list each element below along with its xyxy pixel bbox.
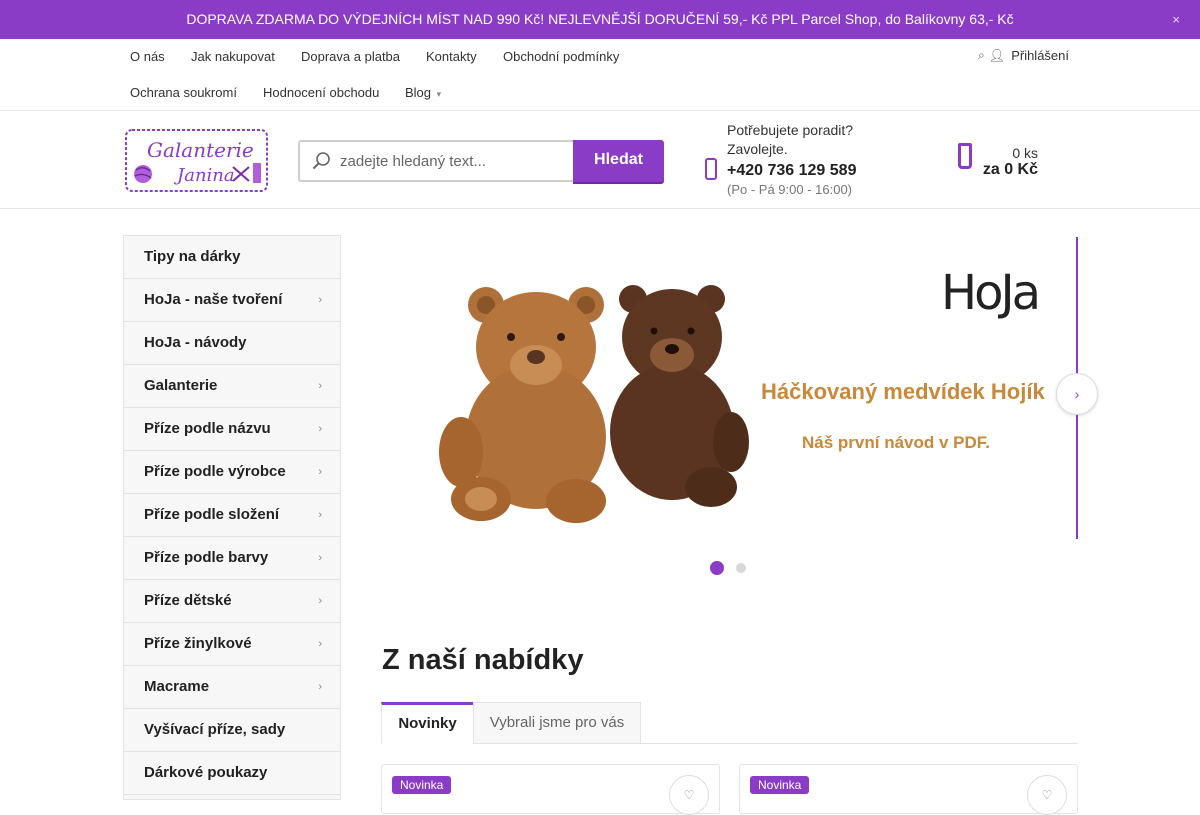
logo[interactable]: Galanterie Janina bbox=[125, 129, 268, 192]
search-icon bbox=[312, 152, 330, 170]
new-badge: Novinka bbox=[750, 776, 810, 794]
contact-phone[interactable]: +420 736 129 589 bbox=[727, 162, 856, 180]
wishlist-button[interactable]: ♡ bbox=[669, 775, 709, 815]
chevron-right-icon: › bbox=[318, 638, 322, 650]
sidebar-item[interactable]: Příze podle barvy › bbox=[124, 537, 340, 580]
product-card[interactable]: Novinka ♡ bbox=[381, 764, 720, 815]
nav-link-o-nas[interactable]: O nás bbox=[130, 49, 165, 64]
nav-link-blog-label: Blog bbox=[405, 85, 432, 100]
cart-total: za 0 Kč bbox=[982, 161, 1038, 178]
sidebar-item[interactable]: Macrame › bbox=[124, 666, 340, 709]
wishlist-button[interactable]: ♡ bbox=[1027, 775, 1067, 815]
sidebar-item[interactable]: Galanterie › bbox=[124, 365, 340, 408]
contact-help-text: Potřebujete poradit? bbox=[727, 122, 854, 138]
carousel-next-button[interactable]: › bbox=[1056, 373, 1098, 415]
login-link[interactable]: 👤︎ Přihlášení bbox=[989, 48, 1069, 64]
contact-hours: (Po - Pá 9:00 - 16:00) bbox=[727, 182, 853, 197]
cart-icon bbox=[958, 143, 972, 169]
nav-link-kontakty[interactable]: Kontakty bbox=[426, 49, 477, 64]
hero-banner[interactable]: HoJa Háčkovaný medvídek Hojík Náš první … bbox=[381, 237, 1078, 539]
section-title: Z naší nabídky bbox=[382, 644, 584, 676]
chevron-down-icon: ▾ bbox=[436, 89, 442, 99]
sidebar-item[interactable]: Tipy na dárky bbox=[124, 236, 340, 279]
search-button[interactable]: Hledat bbox=[573, 140, 664, 182]
cart-count: 0 ks bbox=[1012, 145, 1038, 161]
sidebar-item[interactable]: Příze podle výrobce › bbox=[124, 451, 340, 494]
sidebar-item-label: Galanterie bbox=[144, 377, 218, 394]
search-icon[interactable]: ⌕ bbox=[978, 48, 985, 63]
chevron-right-icon: › bbox=[318, 423, 322, 435]
nav-link-obchodni-podminky[interactable]: Obchodní podmínky bbox=[503, 49, 619, 64]
chevron-right-icon: › bbox=[318, 294, 322, 306]
login-label: Přihlášení bbox=[1011, 48, 1069, 63]
nav-link-blog[interactable]: Blog ▾ bbox=[405, 85, 441, 100]
sidebar-item-label: Macrame bbox=[144, 678, 210, 695]
svg-text:Janina: Janina bbox=[173, 165, 235, 186]
nav-link-ochrana-soukromi[interactable]: Ochrana soukromí bbox=[130, 85, 237, 100]
sidebar-item-label: Příze podle složení bbox=[144, 506, 280, 523]
sidebar-item-label: Tipy na dárky bbox=[144, 248, 241, 265]
nav-link-jak-nakupovat[interactable]: Jak nakupovat bbox=[191, 49, 275, 64]
close-icon[interactable]: × bbox=[1172, 0, 1180, 39]
chevron-right-icon: › bbox=[318, 595, 322, 607]
chevron-right-icon: › bbox=[318, 466, 322, 478]
sidebar-item-label: Příze dětské bbox=[144, 592, 232, 609]
search-form: Hledat bbox=[298, 140, 664, 182]
sidebar-item[interactable]: Příze podle složení › bbox=[124, 494, 340, 537]
sidebar-item[interactable]: Dárkové poukazy bbox=[124, 752, 340, 795]
sidebar-item-label: Příze žinylkové bbox=[144, 635, 252, 652]
svg-text:Galanterie: Galanterie bbox=[147, 138, 254, 162]
category-sidebar: Tipy na dárky HoJa - naše tvoření › HoJa - … bbox=[123, 235, 341, 800]
promo-message: DOPRAVA ZDARMA DO VÝDEJNÍCH MÍST NAD 990… bbox=[186, 11, 1014, 27]
sidebar-item-label: HoJa - naše tvoření bbox=[144, 291, 283, 308]
cart-button[interactable]: 0 ks za 0 Kč bbox=[955, 141, 1045, 181]
user-icon: 👤︎ bbox=[988, 48, 1006, 63]
sidebar-item[interactable]: Příze dětské › bbox=[124, 580, 340, 623]
sidebar-item-label: Příze podle barvy bbox=[144, 549, 269, 566]
sidebar-item[interactable]: HoJa - naše tvoření › bbox=[124, 279, 340, 322]
nav-link-hodnoceni[interactable]: Hodnocení obchodu bbox=[263, 85, 379, 100]
site-header: Galanterie Janina Hledat Potřebujete por… bbox=[0, 111, 1200, 209]
chevron-right-icon: › bbox=[318, 380, 322, 392]
sidebar-item[interactable]: Vyšívací příze, sady bbox=[124, 709, 340, 752]
new-badge: Novinka bbox=[392, 776, 452, 794]
bears-image bbox=[439, 285, 749, 523]
banner-headline: Háčkovaný medvídek Hojík bbox=[761, 379, 1045, 404]
product-card[interactable]: Novinka ♡ bbox=[739, 764, 1078, 815]
phone-icon bbox=[705, 158, 717, 180]
chevron-right-icon: › bbox=[318, 552, 322, 564]
top-navigation: O nás Jak nakupovat Doprava a platba Kon… bbox=[0, 39, 1200, 111]
search-field bbox=[298, 140, 574, 182]
carousel-dot-2[interactable] bbox=[736, 563, 746, 573]
sidebar-item-label: Vyšívací příze, sady bbox=[144, 721, 286, 738]
banner-subline: Náš první návod v PDF. bbox=[802, 433, 990, 452]
sidebar-item[interactable]: Příze žinylkové › bbox=[124, 623, 340, 666]
contact-call-text: Zavolejte. bbox=[727, 141, 788, 157]
tab-novinky[interactable]: Novinky bbox=[381, 702, 474, 744]
search-input[interactable] bbox=[340, 149, 570, 173]
chevron-right-icon: › bbox=[318, 681, 322, 693]
chevron-right-icon: › bbox=[318, 509, 322, 521]
sidebar-item[interactable]: Příze podle názvu › bbox=[124, 408, 340, 451]
carousel-dot-1[interactable] bbox=[710, 561, 724, 575]
chevron-right-icon: › bbox=[1074, 386, 1080, 402]
sidebar-item-label: Příze podle výrobce bbox=[144, 463, 286, 480]
nav-link-doprava[interactable]: Doprava a platba bbox=[301, 49, 400, 64]
product-tabs: Novinky Vybrali jsme pro vás bbox=[381, 702, 1078, 744]
sidebar-item-label: HoJa - návody bbox=[144, 334, 247, 351]
sidebar-item-label: Dárkové poukazy bbox=[144, 764, 268, 781]
sidebar-item-label: Příze podle názvu bbox=[144, 420, 271, 437]
promo-bar: DOPRAVA ZDARMA DO VÝDEJNÍCH MÍST NAD 990… bbox=[0, 0, 1200, 39]
tab-vybrali-jsme[interactable]: Vybrali jsme pro vás bbox=[473, 702, 641, 744]
sidebar-item[interactable]: HoJa - návody bbox=[124, 322, 340, 365]
banner-brand: HoJa bbox=[941, 265, 1041, 321]
